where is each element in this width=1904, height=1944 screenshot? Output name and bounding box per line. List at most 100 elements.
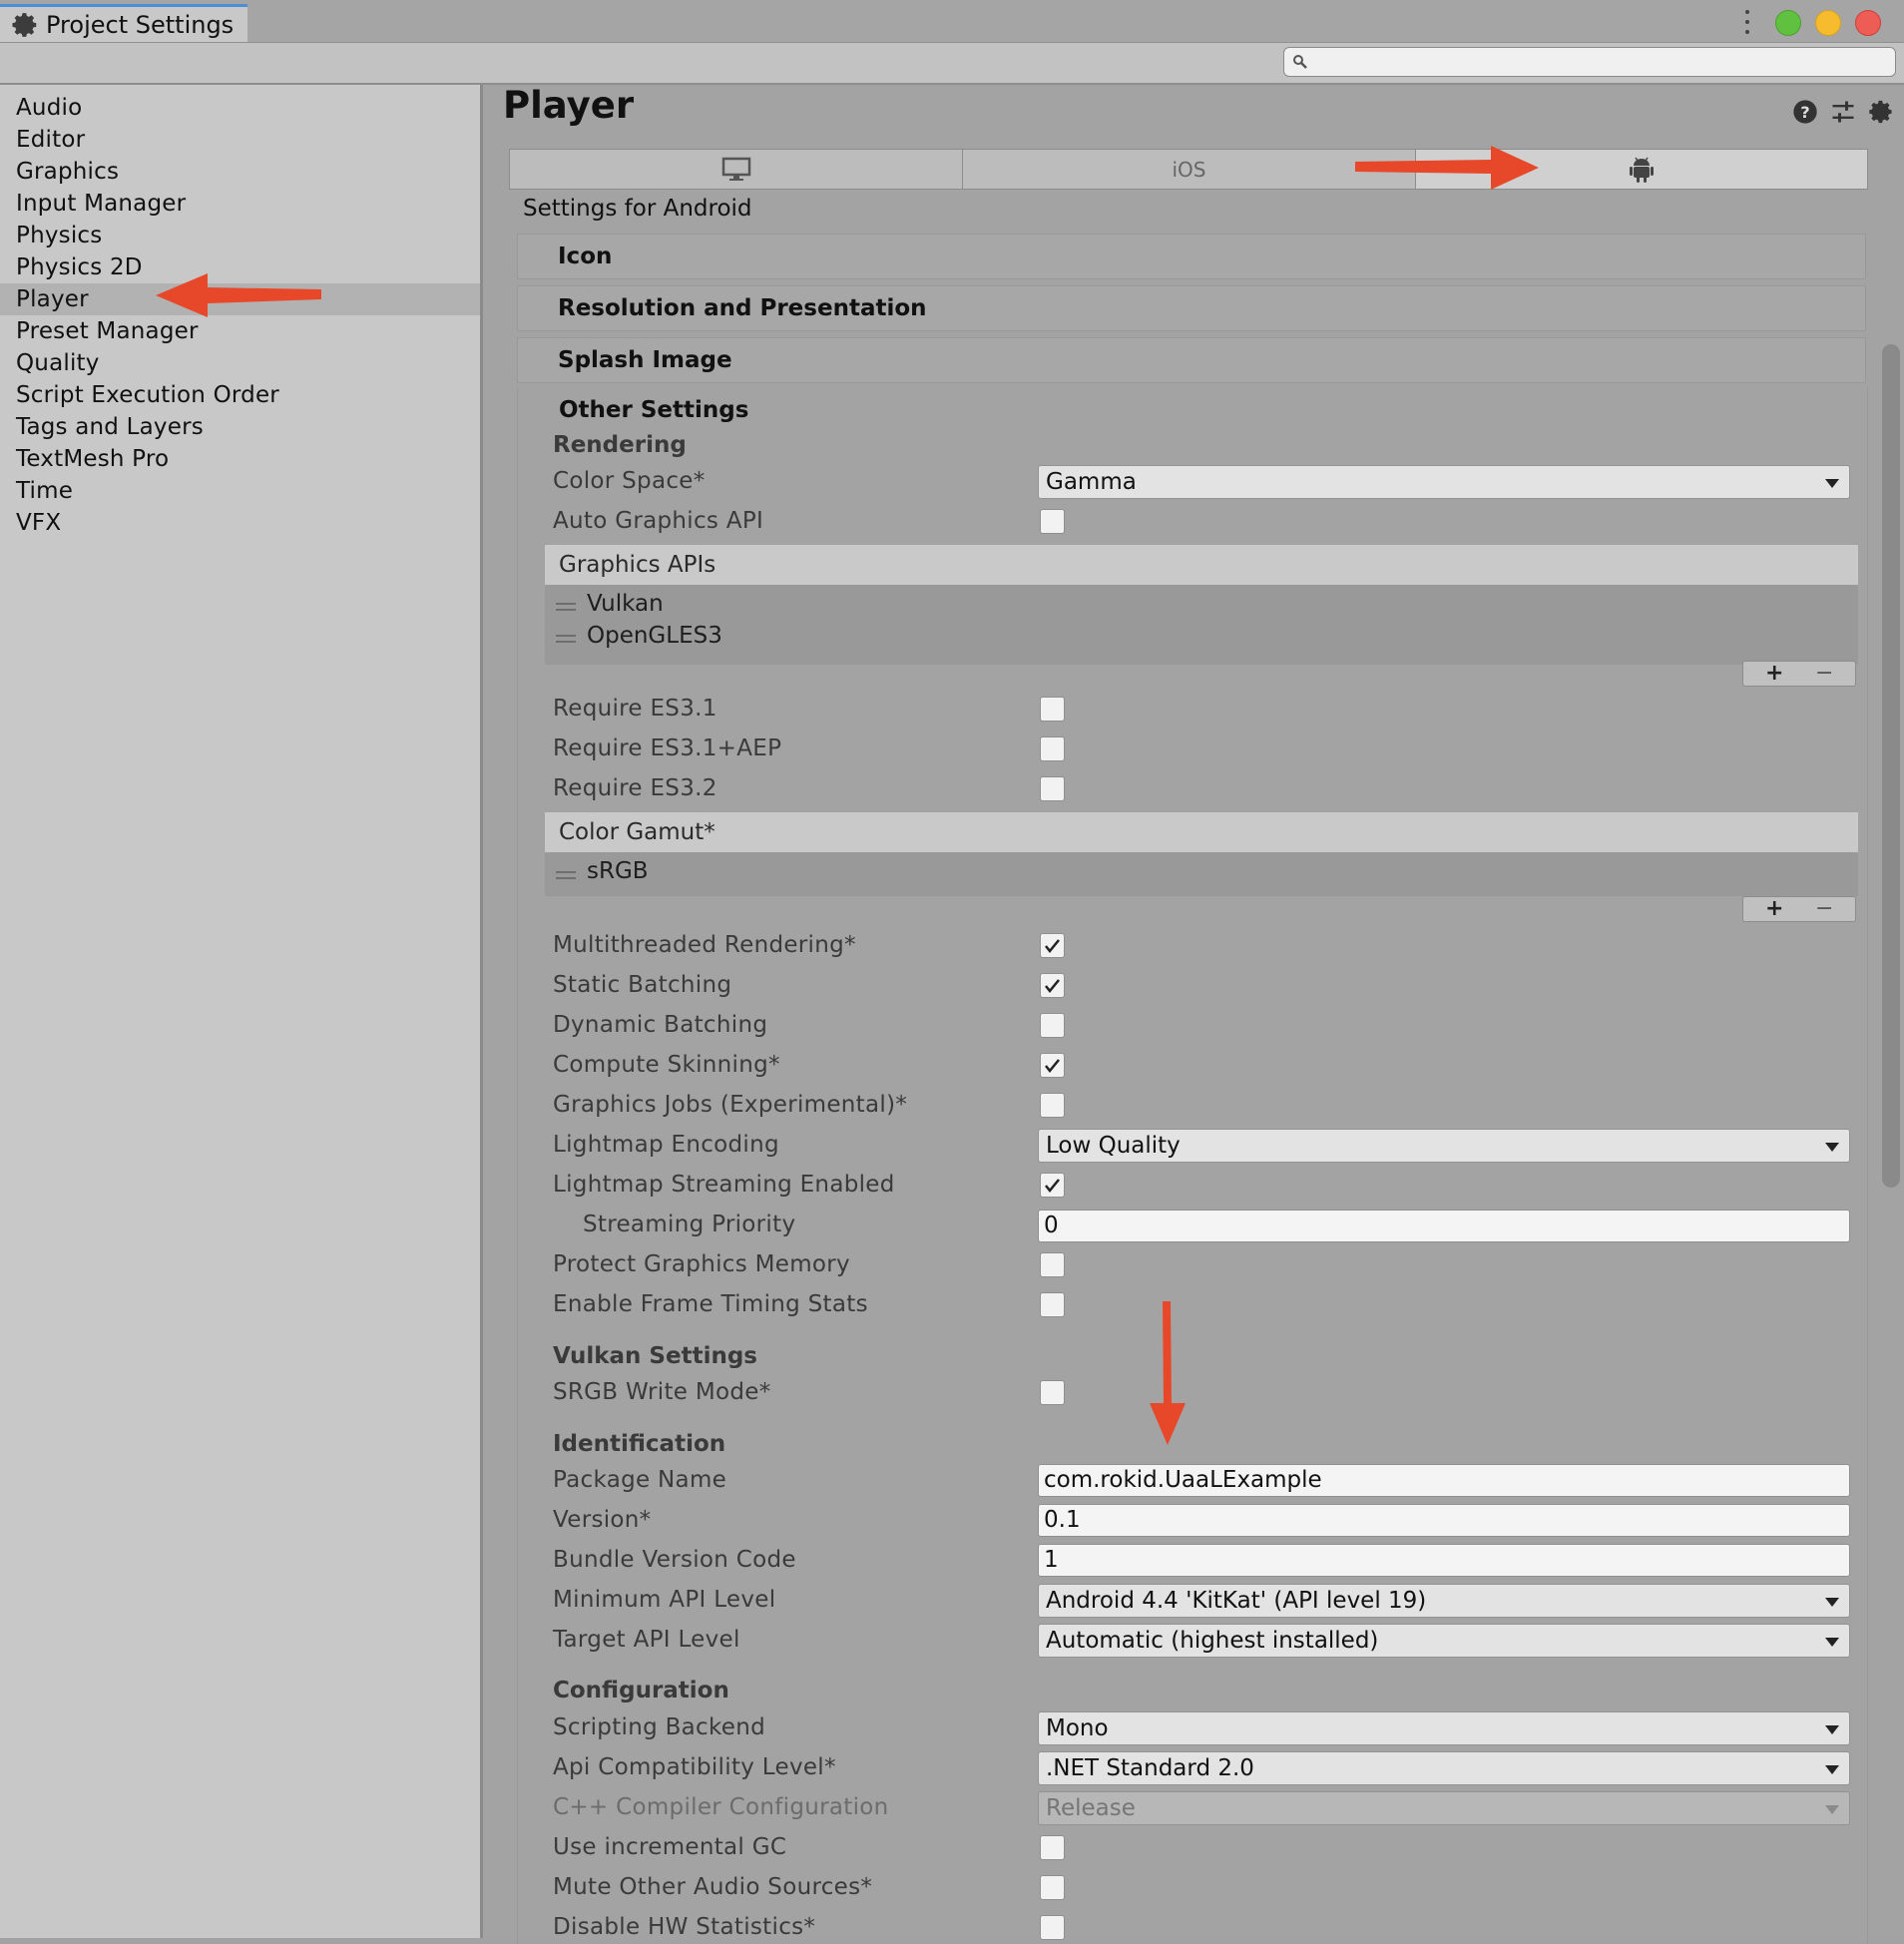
chevron-down-icon (1825, 1765, 1839, 1774)
window-title-bar: Project Settings (0, 0, 1904, 43)
list-item-opengles3[interactable]: OpenGLES3 (587, 623, 722, 649)
tab-ios[interactable]: iOS (963, 150, 1416, 189)
close-button[interactable] (1855, 10, 1881, 36)
sidebar-item-audio[interactable]: Audio (0, 92, 480, 124)
preset-icon[interactable] (1829, 98, 1857, 126)
color-space-label: Color Space* (553, 468, 706, 494)
window-tab[interactable]: Project Settings (0, 4, 247, 42)
search-input[interactable] (1314, 50, 1887, 76)
frame-timing-stats-checkbox[interactable] (1040, 1292, 1065, 1317)
multithreaded-rendering-checkbox[interactable] (1040, 933, 1065, 958)
cpp-compiler-label: C++ Compiler Configuration (553, 1794, 889, 1820)
lightmap-streaming-label: Lightmap Streaming Enabled (553, 1172, 895, 1198)
configuration-section-title: Configuration (553, 1678, 729, 1703)
color-space-dropdown[interactable]: Gamma (1038, 465, 1850, 499)
multithreaded-rendering-label: Multithreaded Rendering* (553, 932, 856, 958)
checkmark-icon (1045, 1059, 1060, 1073)
remove-icon[interactable]: − (1815, 898, 1833, 920)
icon-foldout[interactable]: Icon (517, 234, 1866, 279)
sidebar-item-tags-and-layers[interactable]: Tags and Layers (0, 411, 480, 443)
minimum-api-level-dropdown[interactable]: Android 4.4 'KitKat' (API level 19) (1038, 1584, 1850, 1618)
sidebar-item-input-manager[interactable]: Input Manager (0, 188, 480, 220)
minimum-api-level-value: Android 4.4 'KitKat' (API level 19) (1046, 1588, 1427, 1614)
sidebar-item-time[interactable]: Time (0, 475, 480, 507)
frame-timing-stats-label: Enable Frame Timing Stats (553, 1291, 868, 1317)
lightmap-encoding-label: Lightmap Encoding (553, 1132, 779, 1158)
more-options-icon[interactable] (1744, 10, 1750, 34)
color-gamut-header: Color Gamut* (545, 812, 1858, 852)
sidebar-item-graphics[interactable]: Graphics (0, 156, 480, 188)
tab-standalone[interactable] (510, 150, 963, 189)
add-icon[interactable]: + (1765, 663, 1783, 685)
sidebar-item-script-execution-order[interactable]: Script Execution Order (0, 379, 480, 411)
remove-icon[interactable]: − (1815, 663, 1833, 685)
annotation-arrow-icon (1355, 146, 1539, 190)
drag-handle-icon[interactable] (556, 603, 576, 611)
streaming-priority-label: Streaming Priority (583, 1212, 796, 1237)
maximize-button[interactable] (1775, 10, 1801, 36)
scripting-backend-dropdown[interactable]: Mono (1038, 1711, 1850, 1745)
identification-section-title: Identification (553, 1431, 726, 1457)
incremental-gc-checkbox[interactable] (1040, 1835, 1065, 1860)
compute-skinning-checkbox[interactable] (1040, 1053, 1065, 1078)
splash-image-foldout[interactable]: Splash Image (517, 337, 1866, 383)
version-field[interactable]: 0.1 (1038, 1504, 1850, 1537)
minimize-button[interactable] (1815, 10, 1841, 36)
require-es32-checkbox[interactable] (1040, 776, 1065, 801)
graphics-apis-add-remove: + − (1742, 661, 1856, 687)
auto-graphics-api-checkbox[interactable] (1040, 509, 1065, 534)
scripting-backend-label: Scripting Backend (553, 1714, 766, 1740)
settings-for-label: Settings for Android (523, 196, 752, 222)
sidebar: Audio Editor Graphics Input Manager Phys… (0, 85, 483, 1938)
sidebar-item-physics[interactable]: Physics (0, 220, 480, 251)
graphics-jobs-checkbox[interactable] (1040, 1093, 1065, 1118)
checkmark-icon (1045, 979, 1060, 993)
help-icon[interactable]: ? (1791, 98, 1819, 126)
bundle-version-code-field[interactable]: 1 (1038, 1544, 1850, 1577)
require-es31-aep-checkbox[interactable] (1040, 736, 1065, 761)
chevron-down-icon (1825, 1143, 1839, 1152)
sidebar-item-quality[interactable]: Quality (0, 347, 480, 379)
lightmap-encoding-dropdown[interactable]: Low Quality (1038, 1129, 1850, 1163)
static-batching-checkbox[interactable] (1040, 973, 1065, 998)
require-es31-checkbox[interactable] (1040, 697, 1065, 722)
target-api-level-value: Automatic (highest installed) (1046, 1628, 1379, 1654)
resolution-foldout[interactable]: Resolution and Presentation (517, 285, 1866, 331)
gear-icon[interactable] (1867, 98, 1895, 126)
dynamic-batching-checkbox[interactable] (1040, 1013, 1065, 1038)
chevron-down-icon (1825, 1725, 1839, 1734)
search-field[interactable] (1283, 47, 1896, 77)
checkmark-icon (1045, 1179, 1060, 1193)
require-es31-aep-label: Require ES3.1+AEP (553, 735, 782, 761)
scrollbar[interactable] (1882, 344, 1900, 1188)
mute-audio-checkbox[interactable] (1040, 1875, 1065, 1900)
toolbar (0, 43, 1904, 85)
sidebar-item-vfx[interactable]: VFX (0, 507, 480, 539)
sidebar-item-editor[interactable]: Editor (0, 124, 480, 156)
drag-handle-icon[interactable] (556, 871, 576, 879)
protect-graphics-memory-checkbox[interactable] (1040, 1252, 1065, 1277)
api-compatibility-dropdown[interactable]: .NET Standard 2.0 (1038, 1751, 1850, 1785)
cpp-compiler-value: Release (1046, 1795, 1136, 1821)
color-space-value: Gamma (1046, 469, 1137, 495)
target-api-level-dropdown[interactable]: Automatic (highest installed) (1038, 1624, 1850, 1658)
minimum-api-level-label: Minimum API Level (553, 1587, 776, 1613)
list-item-srgb[interactable]: sRGB (587, 858, 649, 884)
require-es31-label: Require ES3.1 (553, 696, 717, 722)
compute-skinning-label: Compute Skinning* (553, 1052, 780, 1078)
color-gamut-add-remove: + − (1742, 896, 1856, 922)
srgb-write-mode-checkbox[interactable] (1040, 1380, 1065, 1405)
target-api-level-label: Target API Level (553, 1627, 740, 1653)
drag-handle-icon[interactable] (556, 635, 576, 643)
lightmap-streaming-checkbox[interactable] (1040, 1173, 1065, 1198)
lightmap-encoding-value: Low Quality (1046, 1133, 1181, 1159)
package-name-field[interactable]: com.rokid.UaaLExample (1038, 1464, 1850, 1497)
window-title: Project Settings (46, 10, 235, 39)
sidebar-item-textmesh-pro[interactable]: TextMesh Pro (0, 443, 480, 475)
other-settings-foldout[interactable]: Other Settings (559, 397, 748, 423)
disable-hw-stats-checkbox[interactable] (1040, 1915, 1065, 1940)
chevron-down-icon (1825, 1805, 1839, 1814)
streaming-priority-field[interactable]: 0 (1038, 1210, 1850, 1242)
add-icon[interactable]: + (1765, 898, 1783, 920)
list-item-vulkan[interactable]: Vulkan (587, 591, 664, 617)
